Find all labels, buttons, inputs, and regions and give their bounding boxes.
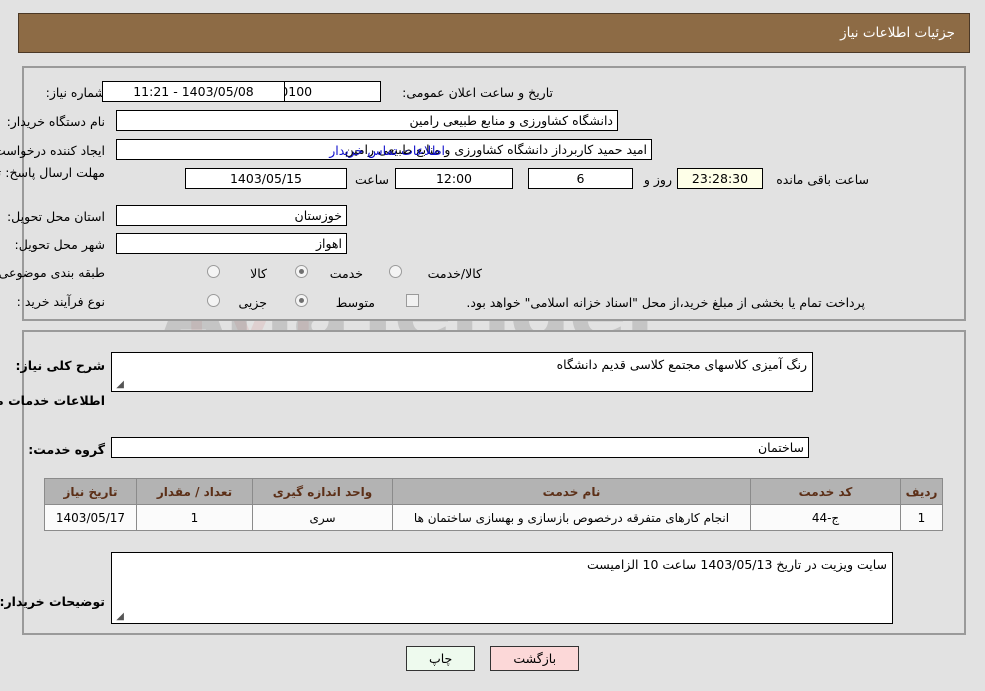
radio-process-jozei[interactable] [207,294,220,307]
cell-quantity: 1 [136,504,253,531]
need-summary-panel [22,66,966,321]
col-service-code: کد خدمت [750,478,901,505]
checkbox-islamic-treasury[interactable] [406,294,419,307]
radio-process-jozei-label: جزیی [238,295,267,310]
public-announce-label: تاریخ و ساعت اعلان عمومی: [402,85,553,100]
services-section-title: اطلاعات خدمات مورد نیاز [0,393,105,408]
service-group-label: گروه خدمت: [28,442,105,457]
province-value: خوزستان [116,205,347,226]
page-title: جزئیات اطلاعات نیاز [840,25,955,41]
general-desc-label: شرح کلی نیاز: [15,358,105,373]
requester-label: ایجاد کننده درخواست: [0,143,105,158]
buyer-notes-value: سایت ویزیت در تاریخ 1403/05/13 ساعت 10 ا… [586,557,887,572]
deadline-label: مهلت ارسال پاسخ: تا تاریخ: [0,165,105,180]
print-button[interactable]: چاپ [405,646,476,671]
service-items-table: ردیف کد خدمت نام خدمت واحد اندازه گیری ت… [44,478,943,531]
deadline-hour-label: ساعت [354,172,389,187]
buyer-org-label: نام دستگاه خریدار: [6,114,105,129]
general-desc-value: رنگ آمیزی کلاسهای مجتمع کلاسی قدیم دانشگ… [556,357,807,372]
cell-service-code: ج-44 [750,504,901,531]
time-remaining-value: 23:28:30 [677,168,763,189]
radio-category-khedmat-label: خدمت [329,266,363,281]
province-label: استان محل تحویل: [6,209,105,224]
islamic-treasury-note: پرداخت تمام یا بخشی از مبلغ خرید،از محل … [466,295,865,310]
general-desc-textarea[interactable]: رنگ آمیزی کلاسهای مجتمع کلاسی قدیم دانشگ… [111,352,813,392]
page-header-bar: جزئیات اطلاعات نیاز [18,13,970,53]
page-root: AriaTender .net جزئیات اطلاعات نیاز شمار… [0,0,985,691]
buyer-notes-textarea[interactable]: سایت ویزیت در تاریخ 1403/05/13 ساعت 10 ا… [111,552,893,624]
col-need-date: تاریخ نیاز [44,478,137,505]
resize-grip-icon[interactable]: ◢ [114,380,124,390]
deadline-hour-value: 12:00 [395,168,513,189]
service-group-value: ساختمان [111,437,809,458]
col-quantity: تعداد / مقدار [136,478,253,505]
buyer-notes-label: توضیحات خریدار: [0,594,105,609]
buyer-contact-link[interactable]: اطلاعات تماس خریدار [302,143,445,158]
city-value: اهواز [116,233,347,254]
resize-grip-icon-notes[interactable]: ◢ [114,612,124,622]
buyer-org-value: دانشگاه کشاورزی و منابع طبیعی رامین [116,110,618,131]
radio-category-kala-label: کالا [250,266,267,281]
radio-category-kala-khedmat-label: کالا/خدمت [427,266,482,281]
table-row: 1 ج-44 انجام کارهای متفرقه درخصوص بازساز… [44,504,943,531]
category-label: طبقه بندی موضوعی: [0,265,105,280]
need-number-label: شماره نیاز: [45,85,105,100]
city-label: شهر محل تحویل: [14,237,105,252]
radio-process-motavaset[interactable] [295,294,308,307]
radio-process-motavaset-label: متوسط [335,295,375,310]
public-announce-value: 1403/05/08 - 11:21 [102,81,285,102]
radio-category-kala-khedmat[interactable] [389,265,402,278]
back-button[interactable]: بازگشت [490,646,580,671]
deadline-date-value: 1403/05/15 [185,168,347,189]
days-remaining-label: روز و [643,172,672,187]
radio-category-khedmat[interactable] [295,265,308,278]
col-service-name: نام خدمت [392,478,751,505]
cell-unit: سری [252,504,393,531]
footer-actions: بازگشت چاپ [0,646,985,671]
time-remaining-label: ساعت باقی مانده [776,172,869,187]
cell-service-name: انجام کارهای متفرقه درخصوص بازسازی و بهس… [392,504,751,531]
col-unit: واحد اندازه گیری [252,478,393,505]
cell-row: 1 [900,504,943,531]
cell-need-date: 1403/05/17 [44,504,137,531]
process-label: نوع فرآیند خرید : [16,294,105,309]
table-header-row: ردیف کد خدمت نام خدمت واحد اندازه گیری ت… [44,478,943,505]
days-remaining-value: 6 [528,168,633,189]
col-row: ردیف [900,478,943,505]
radio-category-kala[interactable] [207,265,220,278]
